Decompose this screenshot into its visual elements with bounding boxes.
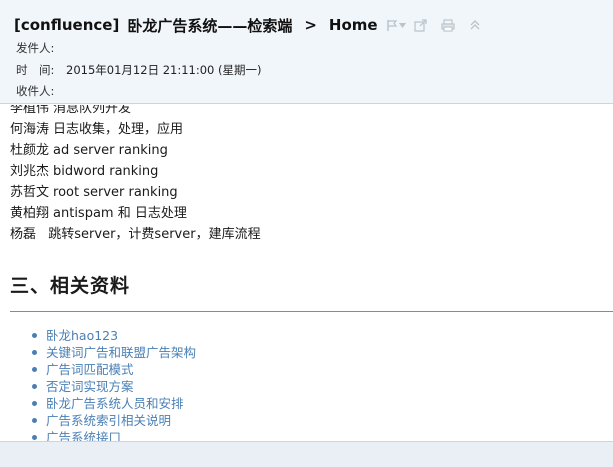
flag-button[interactable] xyxy=(386,19,406,32)
time-row: 时 间: 2015年01月12日 21:11:00 (星期一) xyxy=(16,62,262,78)
reference-link[interactable]: 否定词实现方案 xyxy=(30,378,196,395)
dropdown-arrow-icon xyxy=(398,22,406,28)
flag-icon xyxy=(386,19,397,31)
reference-link[interactable]: 卧龙hao123 xyxy=(30,327,196,344)
mail-body: 李植伟 消息队列开发 何海涛 日志收集，处理，应用 杜颜龙 ad server ran… xyxy=(0,105,613,441)
member-line: 李植伟 消息队列开发 xyxy=(10,105,132,116)
subject-tag: [confluence] xyxy=(14,16,120,34)
from-row: 发件人: xyxy=(16,40,62,56)
collapse-icon[interactable] xyxy=(469,19,481,31)
bullet-icon xyxy=(32,333,37,338)
subject-page: Home xyxy=(328,16,378,34)
reference-link[interactable]: 广告系统索引相关说明 xyxy=(30,412,196,429)
bullet-icon xyxy=(32,384,37,389)
time-label: 时 间: xyxy=(16,63,55,77)
mail-footer xyxy=(0,441,613,467)
reference-link[interactable]: 广告系统接口 xyxy=(30,429,196,441)
member-line: 苏哲文 root server ranking xyxy=(10,185,178,200)
reference-links: 卧龙hao123 关键词广告和联盟广告架构 广告词匹配模式 否定词实现方案 卧龙… xyxy=(30,327,196,441)
reference-link[interactable]: 关键词广告和联盟广告架构 xyxy=(30,344,196,361)
member-line: 何海涛 日志收集，处理，应用 xyxy=(10,122,184,137)
bullet-icon xyxy=(32,350,37,355)
subject-separator: > xyxy=(304,16,317,34)
member-line: 杨磊 跳转server，计费server，建库流程 xyxy=(10,227,261,242)
bullet-icon xyxy=(32,401,37,406)
time-value: 2015年01月12日 21:11:00 (星期一) xyxy=(66,63,262,77)
bullet-icon xyxy=(32,435,37,440)
subject-title: 卧龙广告系统——检索端 xyxy=(127,16,293,35)
mail-header: [confluence] 卧龙广告系统——检索端 > Home 发件人: 时 间… xyxy=(0,0,613,104)
mail-subject: [confluence] 卧龙广告系统——检索端 > Home xyxy=(14,14,481,36)
to-row: 收件人: xyxy=(16,83,62,99)
reference-link[interactable]: 卧龙广告系统人员和安排 xyxy=(30,395,196,412)
member-list: 李植伟 消息队列开发 何海涛 日志收集，处理，应用 杜颜龙 ad server ran… xyxy=(10,105,261,245)
reference-link[interactable]: 广告词匹配模式 xyxy=(30,361,196,378)
mail-actions xyxy=(386,18,481,32)
to-label: 收件人: xyxy=(16,84,55,98)
member-line: 杜颜龙 ad server ranking xyxy=(10,143,168,158)
member-line: 黄柏翔 antispam 和 日志处理 xyxy=(10,206,187,221)
section-title: 三、相关资料 xyxy=(10,275,131,297)
bullet-icon xyxy=(32,367,37,372)
bullet-icon xyxy=(32,418,37,423)
member-line: 刘兆杰 bidword ranking xyxy=(10,164,159,179)
popout-icon[interactable] xyxy=(413,18,427,32)
divider xyxy=(10,311,613,312)
from-label: 发件人: xyxy=(16,41,55,55)
print-icon[interactable] xyxy=(441,18,455,32)
